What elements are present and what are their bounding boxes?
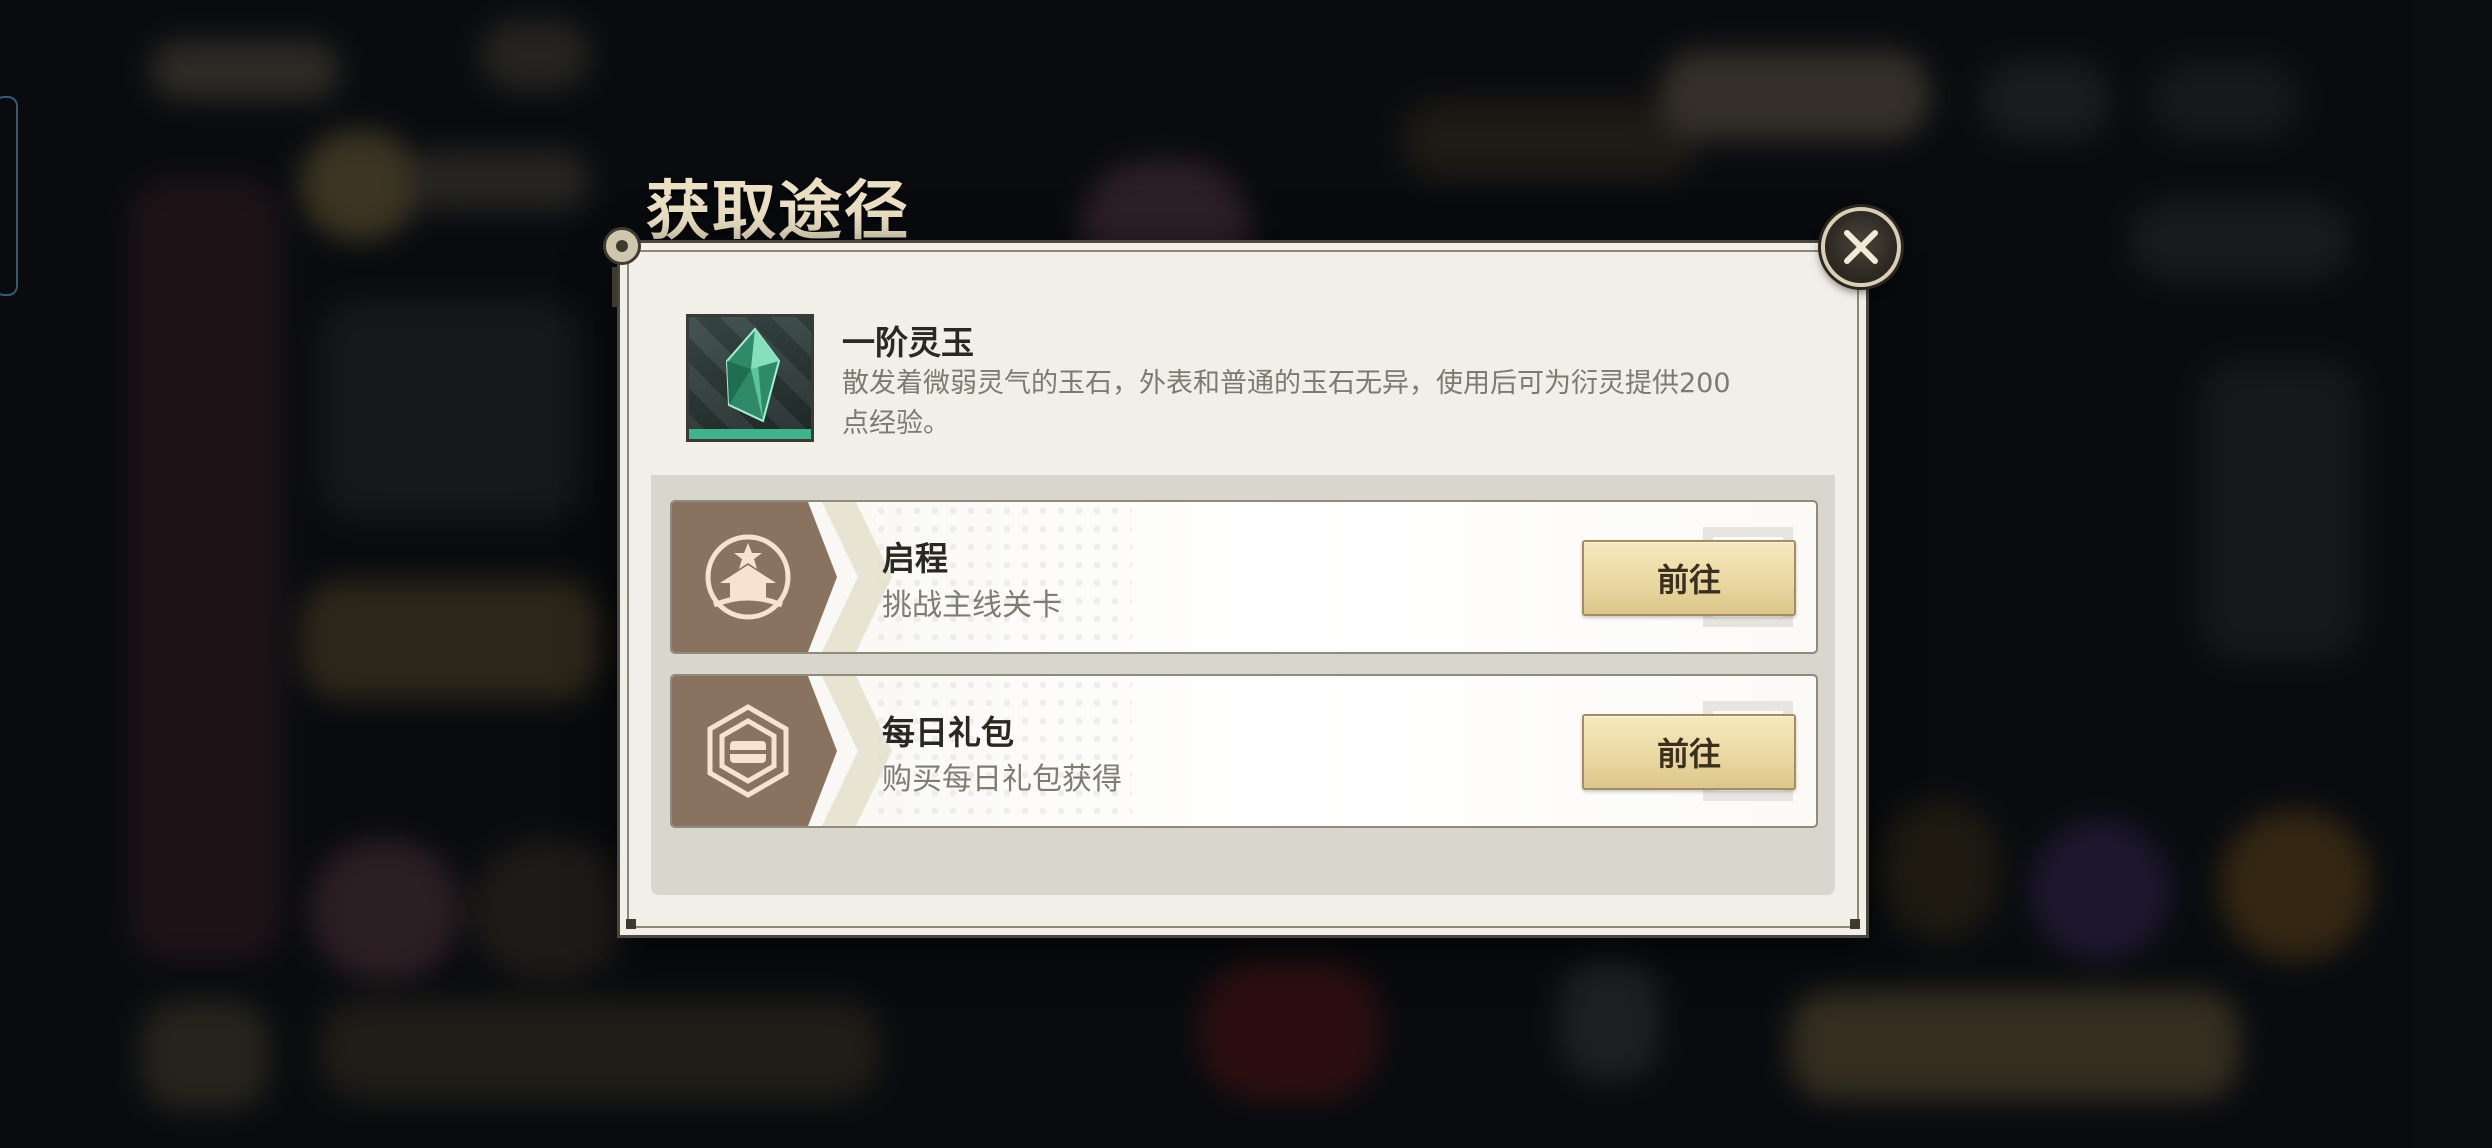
item-description: 散发着微弱灵气的玉石，外表和普通的玉石无异，使用后可为衍灵提供200点经验。 [842,368,1731,439]
source-title: 启程 [882,539,948,578]
close-button[interactable] [1821,207,1901,287]
source-title: 每日礼包 [882,713,1014,752]
dialog-title: 获取途径 [646,174,910,249]
gift-scroll-icon [707,704,789,798]
corner-ornament-tail [612,267,618,307]
source-row-journey: 启程 挑战主线关卡 前往 [670,500,1818,654]
source-badge [672,676,837,826]
corner-dot-left [626,919,636,929]
item-name: 一阶灵玉 [842,323,974,362]
green-jade-gem-icon [686,314,814,442]
source-badge [672,502,837,652]
corner-dot-right [1850,919,1860,929]
go-button-daily-gift[interactable]: 前往 [1582,714,1796,790]
close-icon [1844,230,1878,264]
source-description: 购买每日礼包获得 [882,762,1122,797]
journey-pavilion-icon [705,534,791,620]
source-description: 挑战主线关卡 [882,588,1062,623]
corner-knob-ornament [603,227,641,265]
side-edge-bracket [0,96,18,296]
source-row-daily-gift: 每日礼包 购买每日礼包获得 前往 [670,674,1818,828]
go-button-journey[interactable]: 前往 [1582,540,1796,616]
